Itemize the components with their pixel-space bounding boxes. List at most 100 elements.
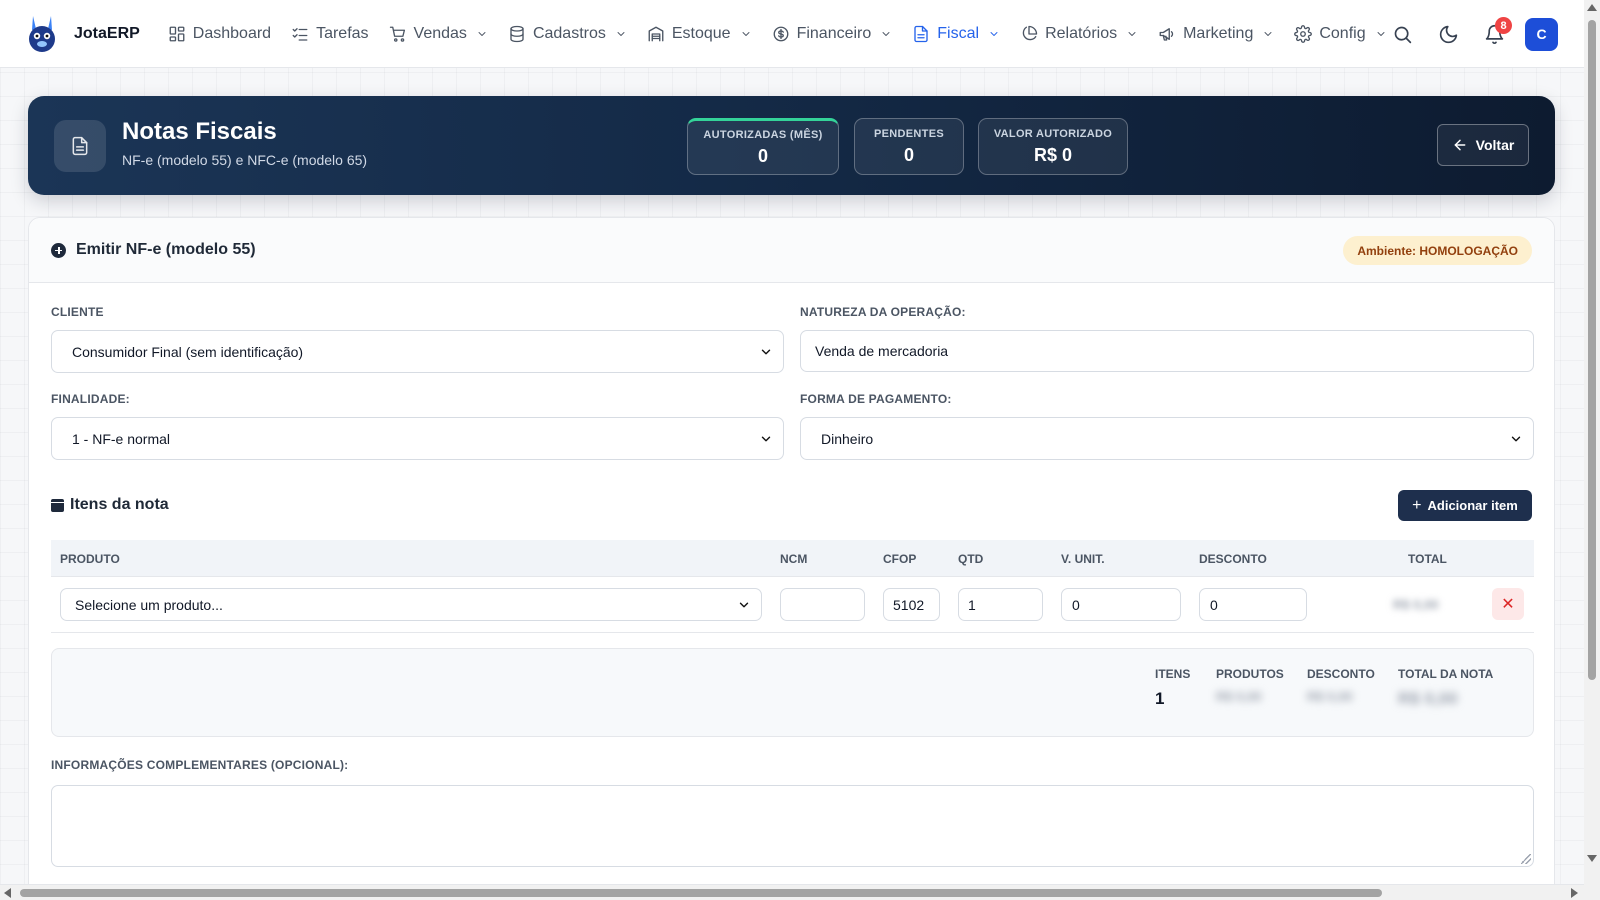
column-header-total: TOTAL: [1408, 552, 1447, 566]
nav-item-estoque[interactable]: Estoque: [637, 14, 762, 54]
nav-label: Dashboard: [192, 24, 272, 42]
scrollbar-thumb[interactable]: [20, 889, 1382, 897]
nav-label: Estoque: [671, 24, 731, 42]
scrollbar-corner: [1584, 884, 1600, 900]
nav-item-vendas[interactable]: Vendas: [379, 14, 498, 54]
arrow-left-icon: [1454, 139, 1466, 151]
chevron-down-icon: [882, 31, 890, 36]
logo-icon: [29, 15, 55, 52]
nav-label: Tarefas: [316, 24, 369, 42]
add-item-button[interactable]: + Adicionar item: [1398, 490, 1532, 521]
column-header-vunit: V. UNIT.: [1061, 552, 1105, 566]
dollar-icon: [773, 26, 789, 41]
remove-item-button[interactable]: ✕: [1492, 588, 1524, 620]
vunit-input[interactable]: 0: [1061, 588, 1181, 621]
nav-item-dashboard[interactable]: Dashboard: [158, 14, 281, 54]
nav-item-marketing[interactable]: Marketing: [1148, 14, 1284, 54]
stat-valor-autorizado: VALOR AUTORIZADO R$ 0: [978, 118, 1128, 175]
nav-item-cadastros[interactable]: Cadastros: [498, 14, 637, 54]
total-value: 1: [1155, 689, 1165, 708]
scroll-up-icon[interactable]: [1587, 4, 1597, 11]
nav-label: Cadastros: [532, 24, 606, 42]
nav-item-relatorios[interactable]: Relatórios: [1010, 14, 1148, 54]
finalidade-label: FINALIDADE:: [51, 392, 130, 406]
info-complementar-label: INFORMAÇÕES COMPLEMENTARES (OPCIONAL):: [51, 758, 349, 772]
card-header: Emitir NF-e (modelo 55) Ambiente: HOMOLO…: [29, 218, 1554, 283]
nav-label: Fiscal: [937, 24, 980, 42]
stat-value: R$ 0: [1033, 144, 1073, 165]
cliente-label: CLIENTE: [51, 305, 104, 319]
stat-label: PENDENTES: [874, 127, 944, 140]
nav-item-fiscal[interactable]: Fiscal: [902, 14, 1010, 54]
column-header-produto: PRODUTO: [60, 552, 120, 566]
document-icon: [72, 136, 88, 156]
brand[interactable]: JotaERP: [24, 14, 140, 54]
stat-value: 0: [757, 145, 768, 166]
scrollbar-thumb[interactable]: [1588, 20, 1596, 680]
nav-item-financeiro[interactable]: Financeiro: [762, 14, 903, 54]
horizontal-scrollbar[interactable]: [0, 884, 1584, 900]
row-total-value: R$ 0,00: [1393, 597, 1439, 612]
column-header-desconto: DESCONTO: [1199, 552, 1267, 566]
total-label: ITENS: [1155, 667, 1191, 681]
total-label: PRODUTOS: [1216, 667, 1284, 681]
column-header-cfop: CFOP: [883, 552, 917, 566]
gear-icon: [1294, 24, 1313, 43]
scroll-right-icon[interactable]: [1571, 888, 1578, 898]
column-header-qtd: QTD: [958, 552, 984, 566]
tasks-icon: [292, 27, 308, 41]
natureza-label: NATUREZA DA OPERAÇÃO:: [800, 305, 966, 319]
desconto-input[interactable]: 0: [1199, 588, 1307, 621]
natureza-input[interactable]: Venda de mercadoria: [800, 330, 1534, 372]
nav-label: Config: [1319, 24, 1366, 42]
database-icon: [510, 25, 524, 42]
total-itens: ITENS 1: [1155, 667, 1190, 709]
nav-menu: Dashboard Tarefas Vendas Cadastros Estoq…: [158, 14, 1397, 54]
pagamento-select-value: Dinheiro: [821, 430, 874, 447]
table-row: Selecione um produto... 5102 1 0 0 R$ 0,…: [51, 577, 1534, 633]
close-icon: ✕: [1501, 596, 1515, 613]
finalidade-select[interactable]: 1 - NF-e normal: [51, 417, 784, 460]
cliente-select[interactable]: Consumidor Final (sem identificação): [51, 330, 784, 373]
produto-select-value: Selecione um produto...: [75, 596, 223, 613]
search-icon: [1394, 26, 1411, 43]
chevron-down-icon: [478, 31, 486, 36]
back-button[interactable]: Voltar: [1437, 124, 1529, 166]
notifications-button[interactable]: 8: [1471, 14, 1517, 54]
pie-chart-icon: [1022, 25, 1038, 40]
nav-label: Vendas: [413, 24, 467, 42]
qtd-input[interactable]: 1: [958, 588, 1043, 621]
app-name: JotaERP: [74, 24, 140, 42]
add-item-label: Adicionar item: [1427, 498, 1518, 513]
resize-grip-icon[interactable]: [1521, 854, 1531, 864]
cfop-input[interactable]: 5102: [883, 588, 940, 621]
chevron-down-icon: [990, 31, 998, 36]
dashboard-icon: [169, 26, 185, 41]
produto-select[interactable]: Selecione um produto...: [60, 588, 762, 621]
column-header-ncm: NCM: [780, 552, 808, 566]
pagamento-select[interactable]: Dinheiro: [800, 417, 1534, 460]
nav-item-tarefas[interactable]: Tarefas: [281, 14, 378, 54]
items-table: PRODUTO NCM CFOP QTD V. UNIT. DESCONTO T…: [51, 540, 1534, 633]
stat-label: VALOR AUTORIZADO: [993, 127, 1113, 140]
info-complementar-textarea[interactable]: [51, 785, 1534, 867]
chevron-down-icon: [739, 602, 749, 607]
top-navbar: JotaERP Dashboard Tarefas Vendas Cadastr…: [0, 0, 1584, 68]
nav-actions: 8 C: [1379, 14, 1584, 54]
card-title-text: Emitir NF-e (modelo 55): [76, 241, 256, 258]
back-label: Voltar: [1475, 137, 1515, 153]
plus-circle-icon: [51, 242, 66, 258]
dark-mode-toggle[interactable]: [1425, 14, 1471, 54]
total-desconto: DESCONTO R$ 0,00: [1307, 667, 1375, 704]
scroll-left-icon[interactable]: [4, 888, 11, 898]
search-button[interactable]: [1379, 14, 1425, 54]
chevron-down-icon: [1128, 31, 1136, 36]
scroll-down-icon[interactable]: [1587, 855, 1597, 862]
stat-value: 0: [903, 144, 914, 165]
cart-icon: [389, 26, 405, 42]
avatar[interactable]: C: [1525, 17, 1558, 51]
ncm-input[interactable]: [780, 588, 865, 621]
vertical-scrollbar[interactable]: [1584, 0, 1600, 900]
emit-nfe-card: Emitir NF-e (modelo 55) Ambiente: HOMOLO…: [28, 217, 1555, 900]
card-title: Emitir NF-e (modelo 55): [51, 241, 256, 259]
